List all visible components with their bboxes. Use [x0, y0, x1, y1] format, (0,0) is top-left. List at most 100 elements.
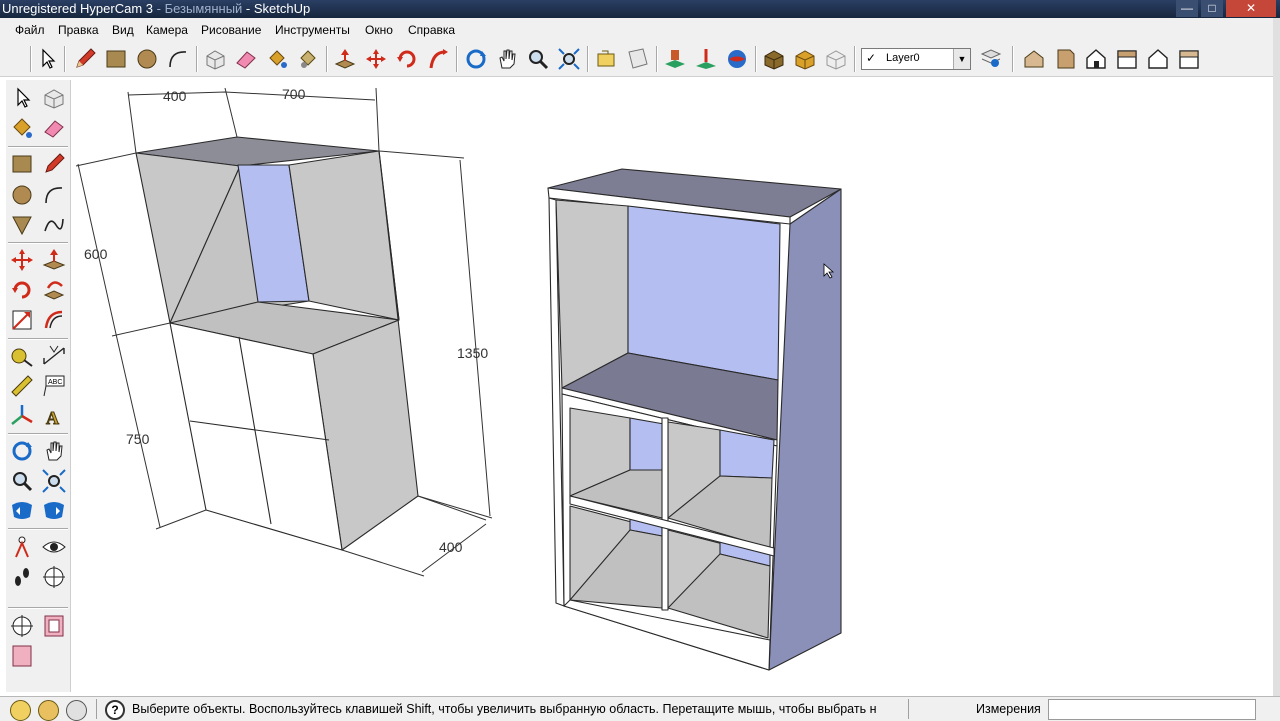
eraser-icon[interactable]	[40, 114, 68, 142]
polygon-icon[interactable]	[8, 211, 36, 239]
menu-view[interactable]: Вид	[112, 23, 134, 37]
zoom-window-icon[interactable]	[40, 467, 68, 495]
rectangle-icon[interactable]	[103, 46, 129, 72]
zoom-extents-icon[interactable]	[556, 46, 582, 72]
menu-camera[interactable]: Камера	[146, 23, 188, 37]
top-view-icon[interactable]	[1052, 46, 1078, 72]
circle-icon[interactable]	[134, 46, 160, 72]
layer-value: Layer0	[886, 52, 920, 64]
pencil-icon[interactable]	[40, 150, 68, 178]
components-icon[interactable]	[761, 46, 787, 72]
follow-me-icon[interactable]	[425, 46, 451, 72]
display-section-icon[interactable]	[40, 612, 68, 640]
measurements-input[interactable]	[1048, 699, 1256, 720]
axes-icon[interactable]	[8, 402, 36, 430]
dimensioned-cabinet[interactable]	[135, 136, 419, 551]
credits-icon[interactable]	[38, 700, 59, 721]
menu-tools[interactable]: Инструменты	[275, 23, 350, 37]
svg-text:A: A	[46, 408, 59, 428]
position-camera-icon[interactable]	[8, 533, 36, 561]
previous-view-icon[interactable]	[594, 46, 620, 72]
dimension-label-height-upper[interactable]: 600	[84, 246, 108, 262]
scale-icon[interactable]	[8, 306, 36, 334]
minimize-button[interactable]: —	[1176, 0, 1198, 17]
push-pull-icon[interactable]	[332, 46, 358, 72]
left-view-icon[interactable]	[1176, 46, 1202, 72]
move-icon[interactable]	[8, 246, 36, 274]
dimension-label-height-lower[interactable]: 750	[126, 431, 150, 447]
circle-icon[interactable]	[8, 181, 36, 209]
open-cabinet[interactable]	[547, 168, 842, 671]
zoom-icon[interactable]	[8, 467, 36, 495]
walk-footprints-icon[interactable]	[8, 563, 36, 591]
back-view-icon[interactable]	[1145, 46, 1171, 72]
materials-icon[interactable]	[792, 46, 818, 72]
select-arrow-icon[interactable]	[34, 46, 60, 72]
dimension-label-width-right[interactable]: 700	[282, 86, 306, 102]
dimension-icon[interactable]	[40, 342, 68, 370]
look-around-eye-icon[interactable]	[40, 533, 68, 561]
freehand-icon[interactable]	[40, 211, 68, 239]
user-account-icon[interactable]	[66, 700, 87, 721]
push-pull-icon[interactable]	[40, 246, 68, 274]
dimension-label-depth[interactable]: 400	[439, 539, 463, 555]
close-button[interactable]: ✕	[1226, 0, 1276, 17]
section-plane-icon[interactable]	[8, 612, 36, 640]
menu-edit[interactable]: Правка	[58, 23, 99, 37]
geo-location-icon[interactable]	[10, 700, 31, 721]
styles-icon[interactable]	[823, 46, 849, 72]
menu-draw[interactable]: Рисование	[201, 23, 261, 37]
maximize-button[interactable]: □	[1201, 0, 1223, 17]
menu-file[interactable]: Файл	[15, 23, 45, 37]
paint-bucket-icon[interactable]	[264, 46, 290, 72]
front-view-icon[interactable]	[1083, 46, 1109, 72]
tape-measure-icon[interactable]	[8, 342, 36, 370]
sandbox-icon[interactable]	[662, 46, 688, 72]
display-section-cuts-icon[interactable]	[8, 642, 36, 670]
make-component-icon[interactable]	[40, 84, 68, 112]
title-filename: Безымянный	[164, 1, 243, 16]
previous-view-icon[interactable]	[8, 497, 36, 525]
main-toolbar: ✓ Layer0 ▼	[0, 42, 1280, 77]
eraser-icon[interactable]	[233, 46, 259, 72]
move-icon[interactable]	[363, 46, 389, 72]
orbit-icon[interactable]	[463, 46, 489, 72]
arc-icon[interactable]	[40, 181, 68, 209]
chevron-down-icon[interactable]: ▼	[953, 49, 970, 69]
section-plane-icon[interactable]	[40, 563, 68, 591]
dimension-label-width-left[interactable]: 400	[163, 88, 187, 104]
pencil-icon[interactable]	[72, 46, 98, 72]
drawing-canvas[interactable]: 400 700 600 750 1350 400	[72, 78, 1272, 694]
next-view-icon[interactable]	[40, 497, 68, 525]
layer-manager-icon[interactable]	[978, 46, 1004, 72]
select-arrow-icon[interactable]	[8, 84, 36, 112]
section-plane-icon[interactable]	[625, 46, 651, 72]
layer-dropdown[interactable]: ✓ Layer0 ▼	[861, 48, 971, 70]
menu-help[interactable]: Справка	[408, 23, 455, 37]
orbit-icon[interactable]	[8, 437, 36, 465]
globe-icon[interactable]	[724, 46, 750, 72]
arc-icon[interactable]	[165, 46, 191, 72]
dimension-label-height-total[interactable]: 1350	[457, 345, 488, 361]
make-component-icon[interactable]	[202, 46, 228, 72]
follow-me-icon[interactable]	[40, 276, 68, 304]
pan-hand-icon[interactable]	[40, 437, 68, 465]
rotate-icon[interactable]	[394, 46, 420, 72]
rectangle-icon[interactable]	[8, 150, 36, 178]
rotate-icon[interactable]	[8, 276, 36, 304]
text-tool-icon[interactable]: ABC	[40, 372, 68, 400]
3d-text-icon[interactable]: A	[40, 402, 68, 430]
layer-check-icon: ✓	[866, 51, 877, 65]
paint-bucket-2-icon[interactable]	[295, 46, 321, 72]
offset-icon[interactable]	[40, 306, 68, 334]
menu-window[interactable]: Окно	[365, 23, 393, 37]
model-viewport[interactable]: 400 700 600 750 1350 400	[72, 78, 1272, 694]
right-view-icon[interactable]	[1114, 46, 1140, 72]
protractor-icon[interactable]	[8, 372, 36, 400]
zoom-icon[interactable]	[525, 46, 551, 72]
paint-bucket-icon[interactable]	[8, 114, 36, 142]
pan-hand-icon[interactable]	[494, 46, 520, 72]
add-location-icon[interactable]	[693, 46, 719, 72]
iso-view-icon[interactable]	[1021, 46, 1047, 72]
help-question-icon[interactable]: ?	[105, 700, 125, 720]
